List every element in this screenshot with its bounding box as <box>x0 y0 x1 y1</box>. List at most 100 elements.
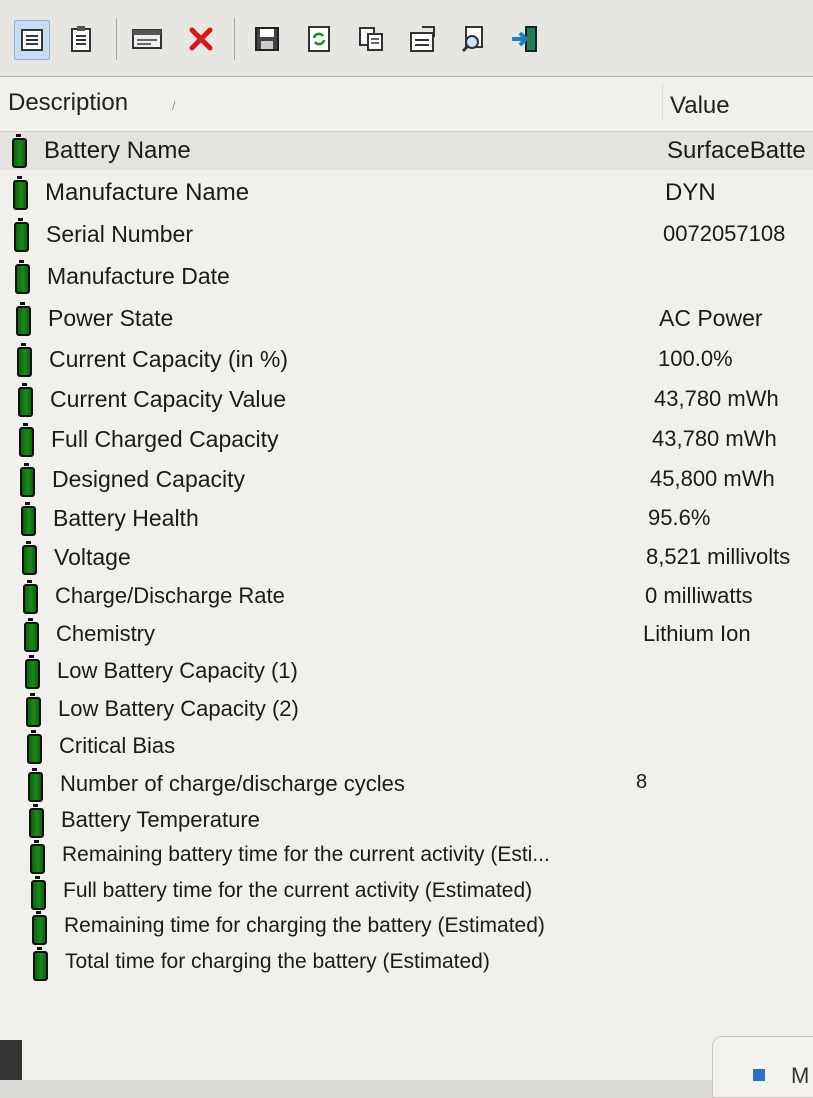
list-item[interactable]: Designed Capacity 45,800 mWh <box>0 461 813 499</box>
row-value: SurfaceBatte <box>667 137 806 164</box>
exit-icon[interactable] <box>508 20 542 58</box>
toolbar <box>0 0 813 77</box>
battery-icon <box>14 218 29 252</box>
toolbar-separator <box>234 18 235 60</box>
row-label: Low Battery Capacity (1) <box>57 658 298 683</box>
properties-icon[interactable] <box>130 20 164 58</box>
battery-icon <box>33 947 48 981</box>
row-label: Designed Capacity <box>52 466 246 492</box>
battery-icon <box>23 580 38 614</box>
row-label: Remaining time for charging the battery … <box>64 914 545 937</box>
list-item[interactable]: Battery Name SurfaceBatte <box>0 132 813 170</box>
row-label: Critical Bias <box>59 733 176 758</box>
battery-icon <box>15 260 30 294</box>
list-item[interactable]: Low Battery Capacity (1) <box>0 653 813 691</box>
row-value: 8 <box>636 771 648 793</box>
list-item[interactable]: Power State AC Power <box>0 300 813 338</box>
row-label: Charge/Discharge Rate <box>55 583 285 608</box>
list-item[interactable]: Battery Health 95.6% <box>0 500 813 538</box>
row-label: Serial Number <box>46 221 193 247</box>
battery-icon <box>31 876 46 910</box>
list-item[interactable]: Total time for charging the battery (Est… <box>0 945 813 983</box>
battery-icon <box>29 804 44 838</box>
list-item[interactable]: Critical Bias <box>0 728 813 766</box>
row-label: Full battery time for the current activi… <box>63 879 533 902</box>
list-item[interactable]: Current Capacity Value 43,780 mWh <box>0 381 813 419</box>
row-label: Voltage <box>54 544 131 570</box>
battery-icon <box>28 768 43 802</box>
sort-indicator-icon: / <box>172 99 176 113</box>
copy-icon[interactable] <box>354 20 388 58</box>
list-item[interactable]: Current Capacity (in %) 100.0% <box>0 341 813 379</box>
row-value: 100.0% <box>658 346 733 371</box>
row-value: Lithium Ion <box>643 621 751 646</box>
battery-icon <box>30 840 45 874</box>
html-report-selected-items-icon[interactable] <box>64 20 98 58</box>
row-value: 43,780 mWh <box>654 386 779 411</box>
battery-icon <box>17 343 32 377</box>
row-value: DYN <box>665 179 716 206</box>
battery-icon <box>32 911 47 945</box>
list-item[interactable]: Voltage 8,521 millivolts <box>0 539 813 577</box>
column-header: Description / Value <box>0 77 813 132</box>
list-item[interactable]: Number of charge/discharge cycles 8 <box>0 766 813 804</box>
window-edge <box>0 1040 22 1080</box>
row-value: AC Power <box>659 305 763 331</box>
battery-icon <box>27 730 42 764</box>
list-item[interactable]: Full battery time for the current activi… <box>0 874 813 912</box>
list-item[interactable]: Remaining battery time for the current a… <box>0 838 813 876</box>
app-icon <box>753 1069 765 1081</box>
options-icon[interactable] <box>406 20 440 58</box>
battery-icon <box>20 463 35 497</box>
row-label: Battery Temperature <box>61 807 260 832</box>
list-item[interactable]: Chemistry Lithium Ion <box>0 616 813 654</box>
battery-icon <box>24 618 39 652</box>
toolbar-separator <box>116 18 117 60</box>
row-label: Full Charged Capacity <box>51 426 279 452</box>
row-value: 8,521 millivolts <box>646 544 791 569</box>
find-icon[interactable] <box>458 20 492 58</box>
battery-icon <box>22 541 37 575</box>
row-label: Manufacture Name <box>45 179 250 206</box>
list-item[interactable]: Remaining time for charging the battery … <box>0 909 813 947</box>
row-value: 43,780 mWh <box>652 426 777 451</box>
battery-icon <box>19 423 34 457</box>
column-header-description[interactable]: Description <box>8 89 128 117</box>
battery-icon <box>16 302 31 336</box>
list-item[interactable]: Manufacture Name DYN <box>0 174 813 212</box>
row-label: Battery Health <box>53 505 199 531</box>
column-header-value[interactable]: Value <box>670 92 730 120</box>
battery-icon <box>21 502 36 536</box>
taskbar-button-label: M <box>791 1063 810 1088</box>
battery-icon <box>25 655 40 689</box>
battery-info-list: Description / Value Battery Name SurfaceB… <box>0 77 813 1080</box>
delete-icon[interactable] <box>184 20 218 58</box>
row-label: Current Capacity (in %) <box>49 346 289 372</box>
taskbar-button[interactable]: M <box>712 1036 813 1098</box>
list-item[interactable]: Full Charged Capacity 43,780 mWh <box>0 421 813 459</box>
list-item[interactable]: Manufacture Date <box>0 258 813 296</box>
battery-icon <box>26 693 41 727</box>
column-separator[interactable] <box>662 83 663 121</box>
row-value: 45,800 mWh <box>650 466 775 491</box>
row-value: 0072057108 <box>663 221 786 246</box>
row-label: Remaining battery time for the current a… <box>62 843 550 866</box>
html-report-all-items-icon[interactable] <box>14 20 50 60</box>
row-value: 95.6% <box>648 505 711 530</box>
battery-icon <box>13 176 28 210</box>
row-label: Manufacture Date <box>47 263 230 289</box>
row-label: Number of charge/discharge cycles <box>60 771 405 796</box>
battery-icon <box>18 383 33 417</box>
row-label: Chemistry <box>56 621 156 646</box>
list-item[interactable]: Serial Number 0072057108 <box>0 216 813 254</box>
refresh-icon[interactable] <box>302 20 336 58</box>
battery-icon <box>12 134 27 168</box>
list-item[interactable]: Low Battery Capacity (2) <box>0 691 813 729</box>
row-label: Battery Name <box>44 137 191 164</box>
list-item[interactable]: Battery Temperature <box>0 802 813 840</box>
row-label: Power State <box>48 305 174 331</box>
list-item[interactable]: Charge/Discharge Rate 0 milliwatts <box>0 578 813 616</box>
row-label: Total time for charging the battery (Est… <box>65 950 490 973</box>
row-value: 0 milliwatts <box>645 583 753 608</box>
save-icon[interactable] <box>250 20 284 58</box>
